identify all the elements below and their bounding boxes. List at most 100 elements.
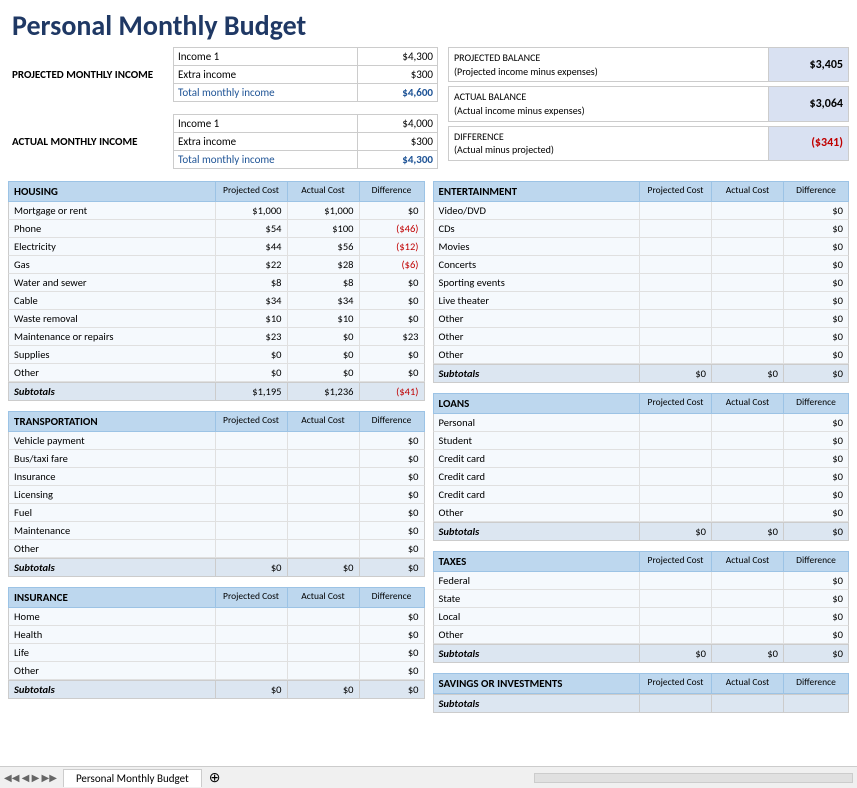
- section-title: ENTERTAINMENT: [434, 182, 640, 201]
- actual-income-label: ACTUAL MONTHLY INCOME: [8, 114, 173, 169]
- row-label: Insurance: [9, 468, 215, 485]
- budget-row: Water and sewer $8 $8 $0: [8, 274, 425, 292]
- row-projected: $54: [215, 220, 287, 237]
- section-title: INSURANCE: [9, 588, 215, 607]
- section-title: TRANSPORTATION: [9, 412, 215, 431]
- row-diff: $0: [783, 504, 848, 521]
- row-label: Maintenance or repairs: [9, 328, 215, 345]
- actual-col-header: Actual Cost: [287, 412, 359, 431]
- row-label: Credit card: [434, 486, 640, 503]
- row-projected: [639, 346, 711, 363]
- row-diff: $0: [359, 522, 424, 539]
- section-header: HOUSING Projected Cost Actual Cost Diffe…: [8, 181, 425, 202]
- row-actual: $56: [287, 238, 359, 255]
- row-diff: $0: [783, 414, 848, 431]
- budget-row: Other $0: [433, 310, 850, 328]
- row-diff: $0: [783, 220, 848, 237]
- budget-row: Movies $0: [433, 238, 850, 256]
- difference-block: DIFFERENCE (Actual minus projected) ($34…: [448, 126, 849, 161]
- sheet-nav-arrows[interactable]: ◀◀ ◀ ▶ ▶▶: [4, 771, 57, 784]
- row-actual: $100: [287, 220, 359, 237]
- row-diff: $0: [783, 626, 848, 643]
- row-label: Video/DVD: [434, 202, 640, 219]
- section-header: INSURANCE Projected Cost Actual Cost Dif…: [8, 587, 425, 608]
- subtotal-projected: $0: [215, 559, 287, 576]
- budget-row: Home $0: [8, 608, 425, 626]
- actual-col-header: Actual Cost: [711, 394, 783, 413]
- difference-label: DIFFERENCE (Actual minus projected): [449, 127, 768, 160]
- subtotal-label: Subtotals: [9, 383, 215, 400]
- projected-balance-value: $3,405: [768, 48, 848, 81]
- row-actual: [287, 432, 359, 449]
- row-actual: $8: [287, 274, 359, 291]
- row-actual: [287, 644, 359, 661]
- row-diff: $0: [359, 450, 424, 467]
- subtotal-actual: $0: [711, 365, 783, 382]
- row-projected: $0: [215, 364, 287, 381]
- section-title: HOUSING: [9, 182, 215, 201]
- subtotal-label: Subtotals: [434, 695, 640, 712]
- row-projected: [639, 292, 711, 309]
- row-actual: [287, 504, 359, 521]
- diff-col-header: Difference: [783, 182, 848, 201]
- row-projected: [215, 486, 287, 503]
- budget-row: Other $0: [433, 328, 850, 346]
- subtotal-label: Subtotals: [9, 559, 215, 576]
- budget-row: Mortgage or rent $1,000 $1,000 $0: [8, 202, 425, 220]
- row-actual: $10: [287, 310, 359, 327]
- row-label: Other: [9, 364, 215, 381]
- row-diff: $0: [783, 274, 848, 291]
- row-diff: $0: [783, 202, 848, 219]
- row-projected: [639, 238, 711, 255]
- budget-section: ENTERTAINMENT Projected Cost Actual Cost…: [433, 181, 850, 383]
- row-projected: [639, 274, 711, 291]
- actual-col-header: Actual Cost: [287, 182, 359, 201]
- row-projected: [639, 608, 711, 625]
- income-row-label: Extra income: [173, 133, 358, 150]
- row-diff: $0: [359, 504, 424, 521]
- projected-col-header: Projected Cost: [639, 182, 711, 201]
- budget-row: Credit card $0: [433, 468, 850, 486]
- budget-row: Waste removal $10 $10 $0: [8, 310, 425, 328]
- budget-row: Local $0: [433, 608, 850, 626]
- row-projected: [639, 220, 711, 237]
- projected-col-header: Projected Cost: [215, 412, 287, 431]
- row-label: Home: [9, 608, 215, 625]
- row-diff: $0: [783, 572, 848, 589]
- row-diff: ($6): [359, 256, 424, 273]
- page: Personal Monthly Budget PROJECTED MONTHL…: [0, 0, 857, 788]
- row-projected: [215, 450, 287, 467]
- subtotal-projected: $0: [215, 681, 287, 698]
- row-label: Maintenance: [9, 522, 215, 539]
- row-actual: [711, 310, 783, 327]
- budget-row: Other $0: [433, 346, 850, 364]
- subtotal-projected: [639, 695, 711, 712]
- row-projected: [639, 504, 711, 521]
- horizontal-scrollbar[interactable]: [534, 773, 853, 783]
- row-projected: [215, 432, 287, 449]
- income-row-value: $300: [358, 66, 438, 83]
- row-actual: $28: [287, 256, 359, 273]
- actual-col-header: Actual Cost: [711, 674, 783, 693]
- diff-col-header: Difference: [359, 588, 424, 607]
- section-title: TAXES: [434, 552, 640, 571]
- row-diff: $0: [783, 328, 848, 345]
- budget-row: Other $0 $0 $0: [8, 364, 425, 382]
- projected-col-header: Projected Cost: [215, 182, 287, 201]
- right-budget-column: ENTERTAINMENT Projected Cost Actual Cost…: [433, 181, 850, 723]
- sheet-tab[interactable]: Personal Monthly Budget: [63, 769, 202, 787]
- budget-row: Credit card $0: [433, 486, 850, 504]
- actual-income-block: ACTUAL MONTHLY INCOME Income 1 $4,000 Ex…: [8, 114, 438, 169]
- budget-row: Other $0: [8, 540, 425, 558]
- row-actual: [711, 346, 783, 363]
- budget-area: HOUSING Projected Cost Actual Cost Diffe…: [0, 181, 857, 723]
- budget-row: Insurance $0: [8, 468, 425, 486]
- row-diff: $23: [359, 328, 424, 345]
- row-diff: $0: [359, 274, 424, 291]
- projected-col-header: Projected Cost: [639, 394, 711, 413]
- actual-col-header: Actual Cost: [287, 588, 359, 607]
- budget-section: TRANSPORTATION Projected Cost Actual Cos…: [8, 411, 425, 577]
- row-diff: $0: [359, 662, 424, 679]
- sheet-add-icon[interactable]: ⊕: [209, 769, 221, 786]
- row-diff: $0: [359, 644, 424, 661]
